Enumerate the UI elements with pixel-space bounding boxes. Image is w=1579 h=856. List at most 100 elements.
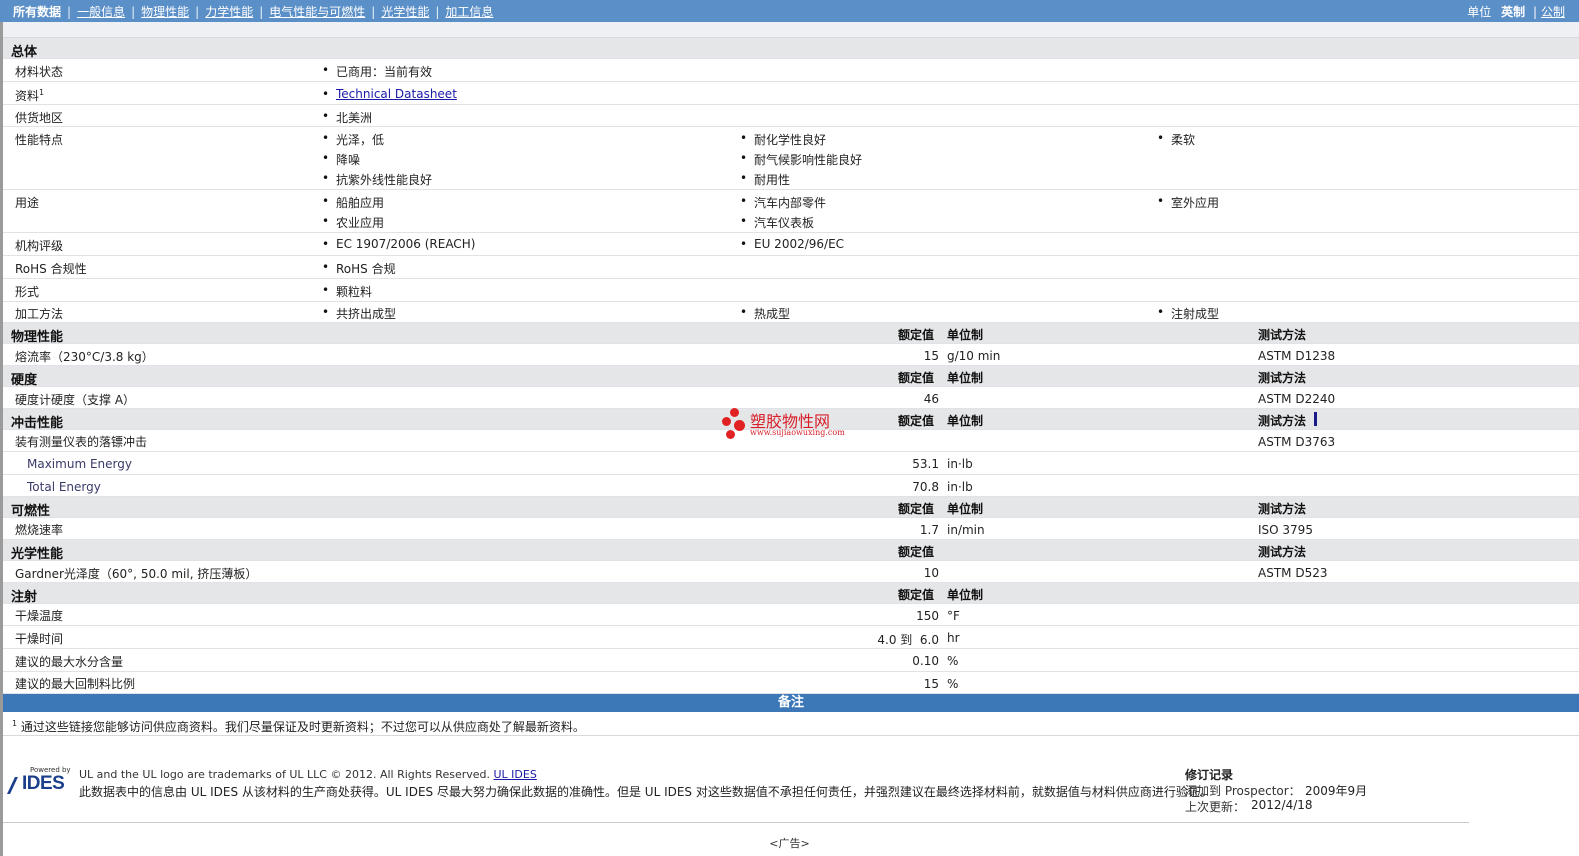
header-nominal: 额定值 bbox=[898, 371, 935, 385]
unit-value: in·lb bbox=[947, 457, 973, 471]
list-item: 热成型 bbox=[740, 305, 790, 322]
list-item: 抗紫外线性能良好 bbox=[322, 171, 432, 188]
row-label: 性能特点 bbox=[15, 133, 64, 147]
table-row: 建议的最大水分含量 0.10 % bbox=[3, 649, 1579, 672]
row-resources: 资料1 Technical Datasheet bbox=[3, 82, 1579, 105]
nominal-value: 15 bbox=[923, 349, 939, 363]
nominal-value: 15 bbox=[923, 677, 939, 691]
row-form: 形式 颗粒料 bbox=[3, 279, 1579, 302]
property-label: Gardner光泽度（60°, 50.0 mil, 挤压薄板） bbox=[15, 567, 258, 581]
watermark-url: www.sujiaowuxing.com bbox=[750, 428, 845, 437]
revision-title: 修订记录 bbox=[1185, 768, 1234, 782]
nav-electrical-flammability[interactable]: 电气性能与可燃性 bbox=[269, 3, 365, 20]
logo-slash-icon bbox=[7, 777, 18, 794]
property-label: 硬度计硬度（支撑 A） bbox=[15, 393, 136, 407]
section-title: 可燃性 bbox=[11, 504, 51, 519]
header-nominal: 额定值 bbox=[898, 414, 935, 428]
section-flammability: 可燃性 额定值 单位制 测试方法 bbox=[3, 497, 1579, 519]
spacer-band bbox=[3, 22, 1579, 38]
nominal-value: 53.1 bbox=[912, 457, 939, 471]
table-row: Maximum Energy 53.1 in·lb bbox=[3, 452, 1579, 475]
unit-value: % bbox=[947, 654, 959, 668]
row-region: 供货地区 北美洲 bbox=[3, 105, 1579, 127]
logo-wordmark: IDES bbox=[22, 773, 65, 794]
table-row: Total Energy 70.8 in·lb bbox=[3, 475, 1579, 497]
footer: Powered by IDES UL and the UL logo are t… bbox=[3, 760, 1579, 825]
row-label: RoHS 合规性 bbox=[15, 262, 87, 276]
row-rohs: RoHS 合规性 RoHS 合规 bbox=[3, 256, 1579, 279]
footer-divider bbox=[3, 822, 1469, 823]
ul-ides-link[interactable]: UL IDES bbox=[494, 768, 537, 781]
row-value: 北美洲 bbox=[322, 109, 372, 126]
header-method: 测试方法 bbox=[1258, 502, 1307, 516]
units-label: 单位 bbox=[1467, 5, 1492, 19]
nav-physical[interactable]: 物理性能 bbox=[141, 3, 189, 20]
test-method: ASTM D1238 bbox=[1258, 349, 1336, 363]
technical-datasheet-link[interactable]: Technical Datasheet bbox=[322, 87, 457, 101]
section-injection: 注射 额定值 单位制 bbox=[3, 583, 1579, 605]
nav-optical[interactable]: 光学性能 bbox=[381, 3, 429, 20]
property-label: 装有测量仪表的落镖冲击 bbox=[15, 435, 148, 449]
list-item: 汽车内部零件 bbox=[740, 194, 826, 211]
section-optical: 光学性能 额定值 测试方法 bbox=[3, 540, 1579, 562]
list-item: 耐气候影响性能良好 bbox=[740, 151, 862, 168]
row-uses: 用途 船舶应用 汽车内部零件 室外应用 农业应用 汽车仪表板 bbox=[3, 190, 1579, 233]
nominal-value: 70.8 bbox=[912, 480, 939, 494]
unit-metric[interactable]: 公制 bbox=[1541, 5, 1565, 19]
test-method: ASTM D3763 bbox=[1258, 435, 1336, 449]
property-label: 建议的最大回制料比例 bbox=[15, 677, 136, 691]
header-nominal: 额定值 bbox=[898, 328, 935, 342]
nav-general-info[interactable]: 一般信息 bbox=[77, 3, 125, 20]
row-label: 用途 bbox=[15, 196, 40, 210]
property-label: 建议的最大水分含量 bbox=[15, 655, 124, 669]
list-item: 农业应用 bbox=[322, 214, 384, 231]
section-nav: 所有数据 | 一般信息 | 物理性能 | 力学性能 | 电气性能与可燃性 | 光学性能 | 加工信息 bbox=[13, 3, 494, 20]
nav-processing[interactable]: 加工信息 bbox=[445, 3, 493, 20]
row-label: 材料状态 bbox=[15, 65, 64, 79]
property-label: 干燥温度 bbox=[15, 609, 64, 623]
list-item: 室外应用 bbox=[1157, 194, 1219, 211]
property-label: 干燥时间 bbox=[15, 632, 64, 646]
section-title: 物理性能 bbox=[11, 330, 64, 345]
text-cursor bbox=[1314, 412, 1317, 426]
section-physical: 物理性能 额定值 单位制 测试方法 bbox=[3, 323, 1579, 345]
list-item: 共挤出成型 bbox=[322, 305, 396, 322]
section-title: 注射 bbox=[11, 590, 38, 605]
section-hardness: 硬度 额定值 单位制 测试方法 bbox=[3, 366, 1579, 388]
section-title: 冲击性能 bbox=[11, 416, 64, 431]
updated-date: 上次更新： 2012/4/18 bbox=[1185, 798, 1313, 814]
unit-value: hr bbox=[947, 631, 960, 645]
header-nominal: 额定值 bbox=[898, 588, 935, 602]
header-unit: 单位制 bbox=[947, 328, 984, 342]
list-item: 降噪 bbox=[322, 151, 360, 168]
nominal-value: 1.7 bbox=[919, 523, 939, 537]
unit-value: g/10 min bbox=[947, 349, 1001, 363]
row-value: 已商用：当前有效 bbox=[322, 63, 432, 80]
test-method: ASTM D2240 bbox=[1258, 392, 1336, 406]
property-label: 熔流率（230°C/3.8 kg） bbox=[15, 350, 154, 364]
list-item: 柔软 bbox=[1157, 131, 1195, 148]
header-unit: 单位制 bbox=[947, 371, 984, 385]
list-item: 船舶应用 bbox=[322, 194, 384, 211]
list-item: 耐化学性良好 bbox=[740, 131, 826, 148]
row-value: 颗粒料 bbox=[322, 283, 372, 300]
ad-label: <广告> bbox=[769, 837, 810, 850]
test-method: ISO 3795 bbox=[1258, 523, 1313, 537]
table-row: 熔流率（230°C/3.8 kg） 15 g/10 min ASTM D1238 bbox=[3, 344, 1579, 366]
table-row: 建议的最大回制料比例 15 % bbox=[3, 672, 1579, 694]
table-row: 干燥温度 150 °F bbox=[3, 604, 1579, 626]
section-title: 总体 bbox=[11, 45, 38, 60]
unit-imperial[interactable]: 英制 bbox=[1501, 5, 1525, 19]
property-label: Total Energy bbox=[27, 480, 101, 494]
property-label: 燃烧速率 bbox=[15, 523, 64, 537]
row-label: 资料1 bbox=[15, 88, 45, 103]
header-method: 测试方法 bbox=[1258, 328, 1307, 342]
unit-switcher: 单位 英制 | 公制 bbox=[1467, 5, 1565, 19]
nav-mechanical[interactable]: 力学性能 bbox=[205, 3, 253, 20]
footnote-row bbox=[3, 712, 1579, 736]
nominal-value: 4.0 到 6.0 bbox=[877, 633, 939, 647]
row-processing-method: 加工方法 共挤出成型 热成型 注射成型 bbox=[3, 302, 1579, 323]
nav-all-data[interactable]: 所有数据 bbox=[13, 3, 61, 20]
header-method: 测试方法 bbox=[1258, 545, 1307, 559]
unit-value: in·lb bbox=[947, 480, 973, 494]
